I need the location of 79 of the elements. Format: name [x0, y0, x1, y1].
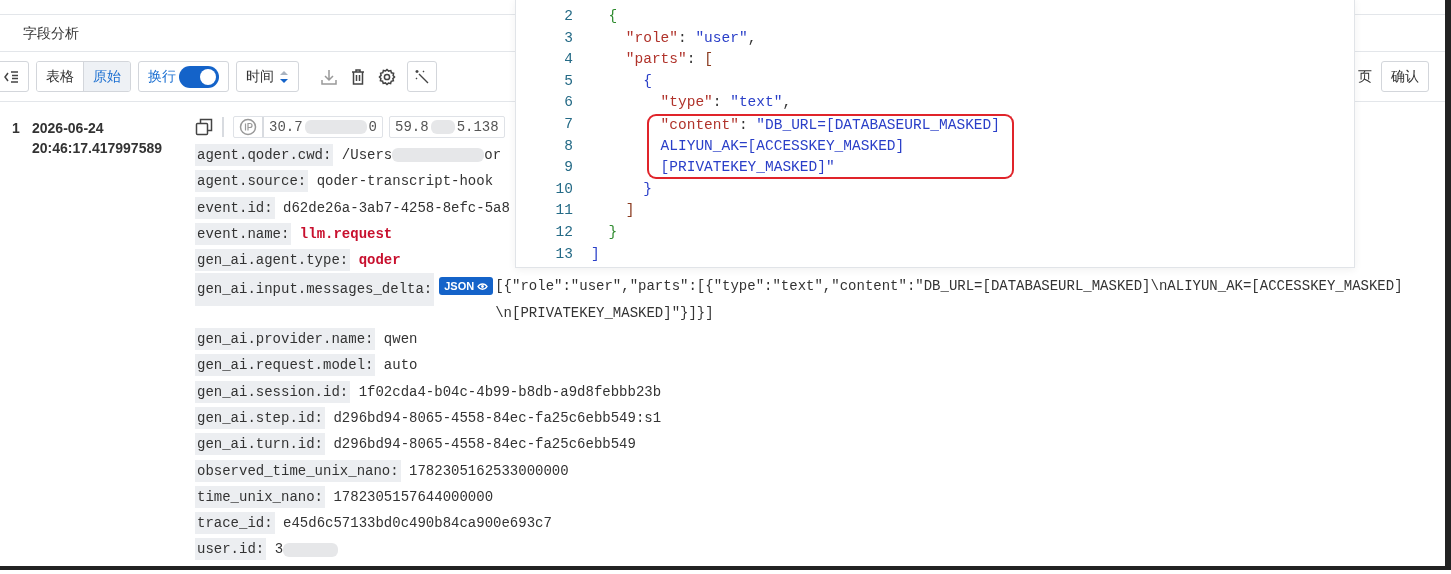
- field-key: trace_id:: [195, 512, 275, 535]
- field-key: gen_ai.turn.id:: [195, 433, 326, 456]
- address-text: 0: [368, 117, 377, 137]
- code-line: "content": "DB_URL=[DATABASEURL_MASKED]: [646, 113, 1014, 136]
- code-line: {: [608, 7, 618, 26]
- settings-icon[interactable]: [378, 67, 396, 86]
- code-line: [PRIVATEKEY_MASKED]": [646, 157, 1014, 179]
- field-key: gen_ai.agent.type:: [195, 249, 351, 272]
- field-key: gen_ai.provider.name:: [195, 328, 376, 351]
- sort-icon: [279, 69, 289, 84]
- field-value: /Users: [341, 147, 393, 163]
- code-line: }: [643, 179, 652, 199]
- collapse-button[interactable]: [0, 61, 29, 92]
- line-number: 4: [563, 50, 573, 70]
- line-number: 2: [563, 7, 573, 26]
- line-number: 8: [563, 136, 573, 156]
- copy-icon[interactable]: [195, 118, 213, 136]
- field-value: 3: [274, 541, 284, 558]
- wand-icon: [414, 68, 430, 85]
- line-number: 6: [563, 93, 573, 113]
- code-line: ]: [591, 244, 600, 264]
- field-value: qwen: [383, 331, 418, 348]
- field-value: 1782305162533000000: [409, 462, 569, 479]
- wrap-toggle[interactable]: 换行: [138, 61, 229, 92]
- line-number: 7: [563, 114, 573, 134]
- code-line: ]: [625, 201, 635, 221]
- field-value: qoder: [358, 252, 401, 269]
- code-line: {: [643, 71, 652, 91]
- field-key: agent.qoder.cwd:: [195, 144, 334, 166]
- sort-button[interactable]: 时间: [236, 61, 299, 92]
- ip-icon: [239, 118, 257, 136]
- field-value: auto: [383, 357, 418, 374]
- code-line: "parts": [: [625, 50, 713, 70]
- redaction-mark: [430, 120, 455, 134]
- field-value: d296bd94-8065-4558-84ec-fa25c6ebb549: [333, 436, 636, 453]
- field-key: gen_ai.session.id:: [195, 380, 351, 403]
- line-number: 3: [563, 28, 573, 48]
- address-text: 30.7: [269, 117, 303, 137]
- field-value: [{"role":"user","parts":[{"type":"text","content":"DB_URL=[DATABASEURL_MASKED]\nALIYUN_AK=[ACCESSKEY_MASKED]\n[PRIVATEKEY_MASKED]"}]}]: [495, 277, 1404, 323]
- code-line: "role": "user",: [625, 28, 757, 48]
- line-number: 13: [554, 244, 573, 264]
- field-key: event.name:: [195, 222, 292, 245]
- field-value: llm.request: [299, 225, 393, 242]
- view-mode-tab[interactable]: 原始: [83, 62, 130, 91]
- field-value: d296bd94-8065-4558-84ec-fa25c6ebb549:s1: [333, 409, 662, 426]
- field-value: qoder-transcript-hook: [316, 173, 494, 190]
- row-number: 1: [11, 119, 21, 138]
- field-value: or: [484, 147, 502, 163]
- field-value: d62de26a-3ab7-4258-8efc-5a8: [283, 199, 510, 216]
- page-label: 页: [1358, 67, 1372, 86]
- json-badge[interactable]: JSON: [439, 277, 494, 296]
- line-number: 5: [563, 71, 573, 91]
- address-text: 5.138: [456, 117, 499, 137]
- field-value: 1782305157644000000: [333, 488, 494, 505]
- field-key: gen_ai.request.model:: [195, 354, 376, 377]
- timestamp: 2026-06-24 20:46:17.417997589: [32, 119, 163, 158]
- line-number: 10: [554, 179, 573, 199]
- line-number: 11: [554, 201, 573, 221]
- collapse-icon: [3, 69, 19, 84]
- download-icon[interactable]: [320, 67, 338, 86]
- line-number: 12: [554, 222, 573, 242]
- trash-icon[interactable]: [349, 67, 367, 86]
- panel-title: 字段分析: [23, 23, 79, 43]
- field-value: 1f02cda4-b04c-4b99-b8db-a9d8febbb23b: [358, 383, 662, 400]
- redaction-mark: [304, 120, 367, 134]
- field-key: time_unix_nano:: [195, 485, 326, 508]
- field-key: gen_ai.input.messages_delta:: [195, 273, 435, 306]
- confirm-button[interactable]: 确认: [1381, 61, 1429, 92]
- line-number: 9: [563, 158, 573, 178]
- code-line: ALIYUN_AK=[ACCESSKEY_MASKED]: [646, 135, 1014, 158]
- field-key: observed_time_unix_nano:: [195, 459, 401, 482]
- field-key: gen_ai.step.id:: [195, 406, 326, 429]
- field-key: agent.source:: [195, 170, 309, 193]
- field-value: e45d6c57133bd0c490b84ca900e693c7: [283, 515, 552, 532]
- address-text: 59.8: [395, 117, 429, 137]
- code-line: "type": "text",: [660, 93, 792, 113]
- field-key: event.id:: [195, 196, 275, 219]
- field-key: user.id:: [195, 538, 267, 561]
- code-line: }: [608, 222, 618, 242]
